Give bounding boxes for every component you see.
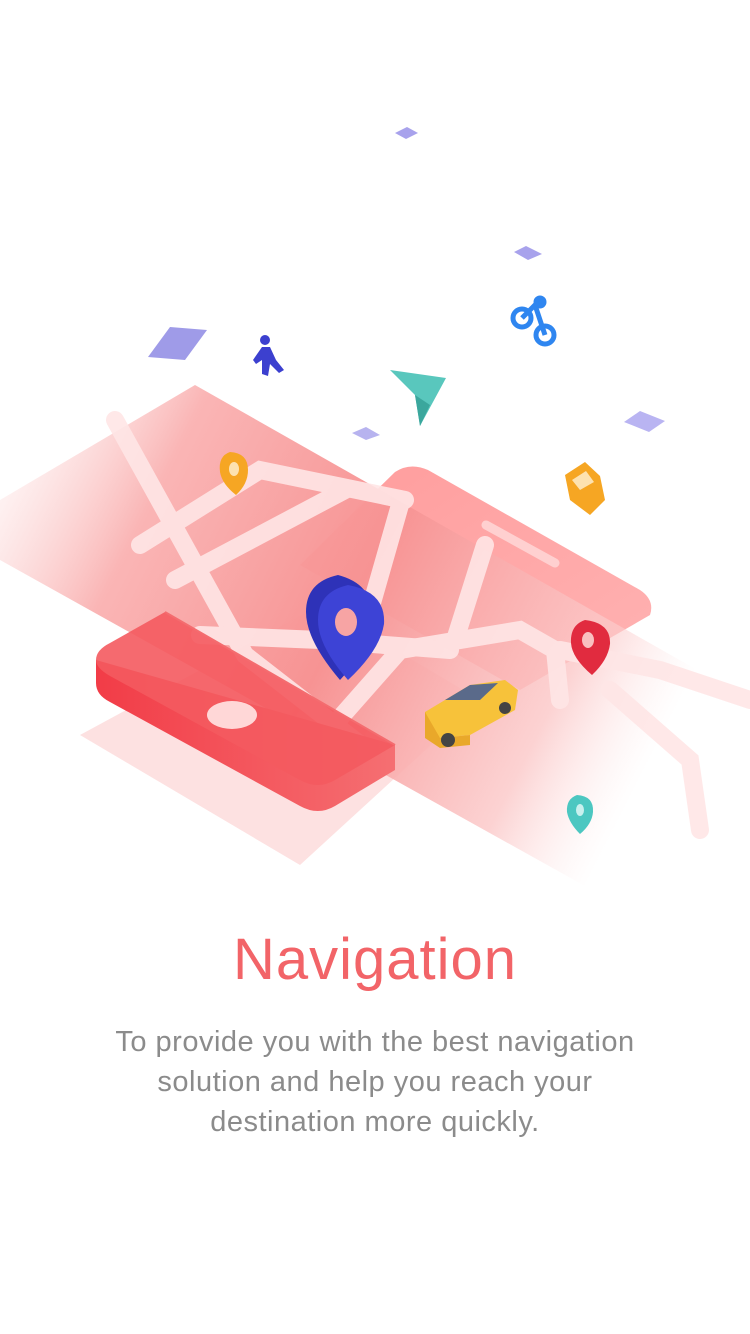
car-icon [565, 462, 605, 515]
bicycle-icon [510, 295, 557, 347]
pedestrian-icon [253, 335, 284, 376]
decorative-diamond-icon [148, 127, 665, 440]
navigation-illustration [0, 127, 750, 900]
home-button-icon [207, 701, 257, 729]
page-description: To provide you with the best navigation … [115, 1026, 635, 1138]
navigation-arrow-icon [390, 370, 446, 426]
page-title: Navigation [232, 927, 518, 992]
